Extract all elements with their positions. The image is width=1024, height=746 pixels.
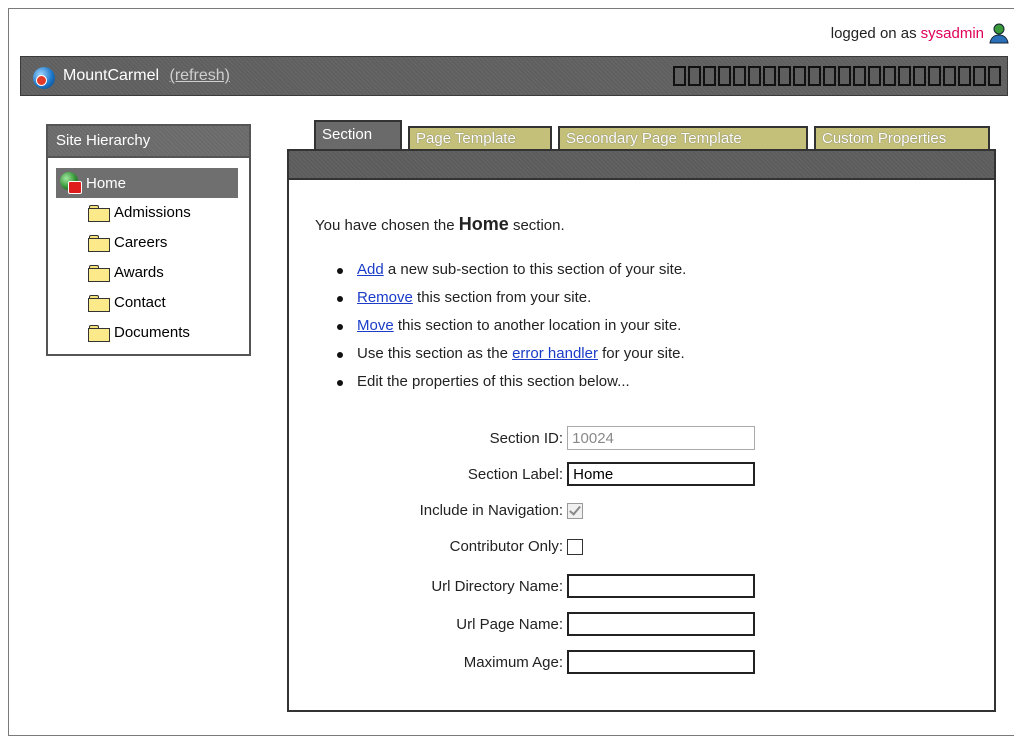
tree-item-contact[interactable]: Contact — [88, 294, 166, 312]
intro-text: You have chosen the — [315, 217, 455, 234]
app-name: MountCarmel — [63, 67, 160, 84]
tree-item-home[interactable]: Home — [56, 168, 238, 198]
remove-link[interactable]: Remove — [357, 289, 413, 306]
section-intro: You have chosen the Home section. — [315, 214, 565, 235]
folder-icon — [88, 264, 110, 282]
tree-item-label: Awards — [114, 264, 164, 281]
max-age-field[interactable] — [567, 650, 756, 674]
section-label-row: Section Label: — [263, 462, 756, 486]
intro-text: section. — [512, 217, 565, 234]
list-item: Remove this section from your site. — [329, 284, 686, 312]
tab-page-template[interactable]: Page Template — [408, 126, 552, 150]
app-logo-icon — [33, 67, 55, 89]
tree-item-careers[interactable]: Careers — [88, 234, 168, 252]
folder-icon — [88, 204, 110, 222]
login-user[interactable]: sysadmin — [921, 25, 984, 42]
url-page-row: Url Page Name: — [263, 612, 756, 636]
login-prefix: logged on as — [830, 24, 917, 42]
section-label-field[interactable] — [567, 462, 756, 486]
home-site-icon — [60, 172, 82, 194]
section-actions-list: Add a new sub-section to this section of… — [329, 256, 686, 396]
tab-custom-properties[interactable]: Custom Properties — [814, 126, 990, 150]
move-link[interactable]: Move — [357, 317, 394, 334]
tab-secondary-page-template[interactable]: Secondary Page Template — [558, 126, 808, 150]
url-dir-row: Url Directory Name: — [263, 574, 756, 598]
contributor-only-checkbox[interactable] — [567, 538, 584, 555]
site-hierarchy-title: Site Hierarchy — [48, 126, 249, 158]
folder-icon — [88, 234, 110, 252]
url-page-field[interactable] — [567, 612, 756, 636]
tree-item-label: Admissions — [114, 204, 191, 221]
include-nav-label: Include in Navigation: — [419, 502, 563, 519]
app-titlebar: MountCarmel (refresh) — [20, 56, 1008, 96]
url-dir-label: Url Directory Name: — [431, 577, 563, 595]
max-age-label: Maximum Age: — [463, 653, 563, 671]
contributor-only-label: Contributor Only: — [449, 538, 563, 555]
section-id-row: Section ID: — [263, 426, 756, 450]
url-dir-field[interactable] — [567, 574, 756, 598]
app-title: MountCarmel (refresh) — [63, 67, 230, 85]
tree-item-label: Home — [86, 174, 127, 192]
tab-header-strip — [287, 149, 996, 179]
list-item: Edit the properties of this section belo… — [329, 368, 686, 396]
site-hierarchy-panel: Site Hierarchy Home Admissions Careers A… — [46, 124, 251, 356]
section-panel: You have chosen the Home section. Add a … — [287, 178, 996, 712]
section-label-label: Section Label: — [467, 465, 563, 483]
list-item: Move this section to another location in… — [329, 312, 686, 340]
refresh-link[interactable]: (refresh) — [169, 67, 229, 84]
user-icon[interactable] — [988, 22, 1010, 44]
login-status: logged on as sysadmin — [831, 22, 1010, 44]
error-handler-link[interactable]: error handler — [512, 345, 598, 362]
list-item: Add a new sub-section to this section of… — [329, 256, 686, 284]
list-item: Use this section as the error handler fo… — [329, 340, 686, 368]
tree-item-admissions[interactable]: Admissions — [88, 204, 191, 222]
contributor-only-row: Contributor Only: — [263, 538, 584, 555]
tree-item-documents[interactable]: Documents — [88, 324, 190, 342]
url-page-label: Url Page Name: — [456, 615, 563, 633]
include-nav-row: Include in Navigation: — [263, 502, 584, 519]
tree-item-awards[interactable]: Awards — [88, 264, 164, 282]
section-id-label: Section ID: — [489, 429, 563, 447]
folder-icon — [88, 294, 110, 312]
titlebar-boxes — [673, 66, 1001, 86]
tab-section[interactable]: Section — [314, 120, 402, 150]
intro-section-name: Home — [458, 214, 509, 234]
tree-item-label: Contact — [114, 294, 166, 311]
folder-icon — [88, 324, 110, 342]
include-nav-checkbox[interactable] — [567, 502, 584, 519]
section-id-field — [567, 426, 756, 450]
add-link[interactable]: Add — [357, 261, 384, 278]
tree-item-label: Documents — [114, 324, 190, 341]
max-age-row: Maximum Age: — [263, 650, 756, 674]
tree-item-label: Careers — [114, 234, 168, 251]
